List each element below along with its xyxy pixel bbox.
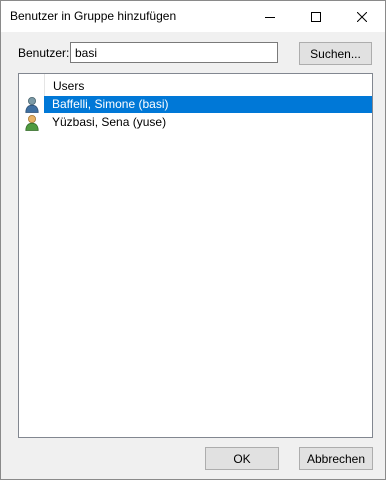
users-list[interactable]: Users Baffelli, Simone (basi) Yüzbasi, S… — [18, 73, 373, 438]
maximize-button[interactable] — [293, 1, 339, 32]
dialog-content: Benutzer: Suchen... Users Baffelli, Simo… — [1, 32, 385, 479]
cancel-button[interactable]: Abbrechen — [299, 447, 373, 470]
title-bar[interactable]: Benutzer in Gruppe hinzufügen — [1, 1, 385, 32]
list-item-label: Baffelli, Simone (basi) — [44, 96, 372, 113]
close-button[interactable] — [339, 1, 385, 32]
user-icon — [25, 97, 39, 113]
user-search-input[interactable] — [70, 42, 278, 63]
ok-button[interactable]: OK — [205, 447, 279, 470]
dialog-window: Benutzer in Gruppe hinzufügen Benutzer: … — [0, 0, 386, 480]
column-header-users[interactable]: Users — [44, 74, 373, 96]
minimize-button[interactable] — [247, 1, 293, 32]
maximize-icon — [311, 11, 321, 22]
window-title: Benutzer in Gruppe hinzufügen — [10, 9, 177, 23]
list-item[interactable]: Yüzbasi, Sena (yuse) — [19, 114, 372, 131]
minimize-icon — [265, 16, 275, 18]
user-label: Benutzer: — [18, 46, 70, 60]
close-icon — [357, 11, 367, 22]
list-item[interactable]: Baffelli, Simone (basi) — [19, 96, 372, 113]
column-header-label: Users — [53, 79, 85, 93]
list-item-label: Yüzbasi, Sena (yuse) — [52, 115, 167, 129]
search-button[interactable]: Suchen... — [299, 42, 372, 65]
user-icon — [25, 115, 39, 131]
